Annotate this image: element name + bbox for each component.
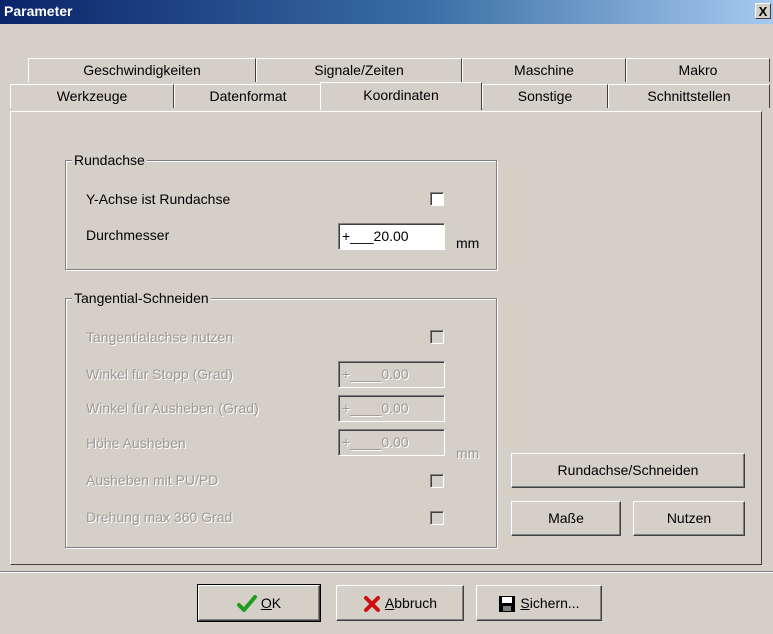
tab-geschwindigkeiten[interactable]: Geschwindigkeiten: [28, 58, 256, 82]
y-axis-rotary-checkbox[interactable]: [430, 192, 444, 206]
masse-button-label: Maße: [548, 510, 584, 526]
lift-pu-pd-checkbox[interactable]: [430, 474, 444, 488]
rundachse-group: Rundachse Y-Achse ist Rundachse Durchmes…: [65, 152, 497, 270]
save-button-label: ichern...: [529, 595, 580, 611]
tangential-group: Tangential-Schneiden Tangentialachse nut…: [65, 290, 497, 548]
save-button[interactable]: Sichern...: [476, 585, 602, 621]
rotation-360-label: Drehung max 360 Grad: [86, 509, 233, 525]
tab-label: Makro: [678, 62, 718, 78]
masse-button[interactable]: Maße: [511, 501, 621, 536]
cancel-button[interactable]: Abbruch: [336, 585, 464, 621]
ok-accelerator: O: [260, 595, 272, 611]
rundachse-group-title: Rundachse: [72, 152, 147, 168]
tab-panel-koordinaten: Rundachse Y-Achse ist Rundachse Durchmes…: [10, 111, 762, 565]
tab-label: Sonstige: [517, 88, 573, 104]
diameter-unit: mm: [456, 235, 480, 251]
tab-label: Signale/Zeiten: [314, 62, 404, 78]
window-title: Parameter: [4, 3, 73, 19]
tab-datenformat[interactable]: Datenformat: [174, 84, 322, 108]
y-axis-rotary-label: Y-Achse ist Rundachse: [86, 191, 231, 207]
tab-sonstige[interactable]: Sonstige: [482, 84, 608, 108]
tab-maschine[interactable]: Maschine: [462, 58, 626, 82]
stop-angle-label: Winkel für Stopp (Grad): [86, 366, 234, 382]
cancel-accelerator: A: [384, 595, 395, 611]
tab-signale-zeiten[interactable]: Signale/Zeiten: [256, 58, 462, 82]
tab-label: Datenformat: [209, 88, 287, 104]
tangential-group-title: Tangential-Schneiden: [72, 290, 211, 306]
diameter-label: Durchmesser: [86, 227, 170, 243]
lift-angle-input[interactable]: +____0.00: [338, 395, 445, 422]
tab-koordinaten[interactable]: Koordinaten: [320, 82, 482, 110]
lift-angle-label: Winkel für Ausheben (Grad): [86, 400, 259, 416]
checkmark-icon: [236, 595, 257, 613]
close-icon: X: [758, 4, 768, 19]
stop-angle-input[interactable]: +____0.00: [338, 361, 445, 388]
floppy-disk-icon: [499, 596, 516, 613]
tab-werkzeuge[interactable]: Werkzeuge: [10, 84, 174, 108]
close-button[interactable]: X: [755, 3, 771, 19]
tab-schnittstellen[interactable]: Schnittstellen: [608, 84, 770, 108]
ok-button[interactable]: OK: [197, 584, 321, 622]
x-icon: [363, 596, 380, 613]
tab-makro[interactable]: Makro: [626, 58, 770, 82]
diameter-input[interactable]: +___20.00: [338, 223, 445, 250]
nutzen-button[interactable]: Nutzen: [633, 501, 745, 536]
lift-height-label: Höhe Ausheben: [86, 435, 186, 451]
tab-label: Maschine: [514, 62, 574, 78]
save-accelerator: S: [520, 595, 530, 611]
tab-label: Geschwindigkeiten: [83, 62, 201, 78]
rotation-360-checkbox[interactable]: [430, 511, 444, 525]
lift-height-input[interactable]: +____0.00: [338, 429, 445, 456]
tab-label: Schnittstellen: [647, 88, 731, 104]
ok-button-label: K: [271, 595, 282, 611]
tab-label: Koordinaten: [363, 87, 439, 103]
lift-pu-pd-label: Ausheben mit PU/PD: [86, 472, 219, 488]
tangential-axis-label: Tangentialachse nutzen: [86, 329, 234, 345]
title-bar: Parameter X: [0, 0, 773, 24]
rundachse-schneiden-button[interactable]: Rundachse/Schneiden: [511, 453, 745, 488]
lift-height-unit: mm: [456, 445, 480, 461]
footer-separator: [0, 571, 773, 573]
nutzen-button-label: Nutzen: [666, 510, 712, 526]
tangential-axis-checkbox[interactable]: [430, 330, 444, 344]
tab-label: Werkzeuge: [56, 88, 128, 104]
cancel-button-label: bbruch: [394, 595, 438, 611]
rundachse-schneiden-button-label: Rundachse/Schneiden: [557, 462, 699, 478]
